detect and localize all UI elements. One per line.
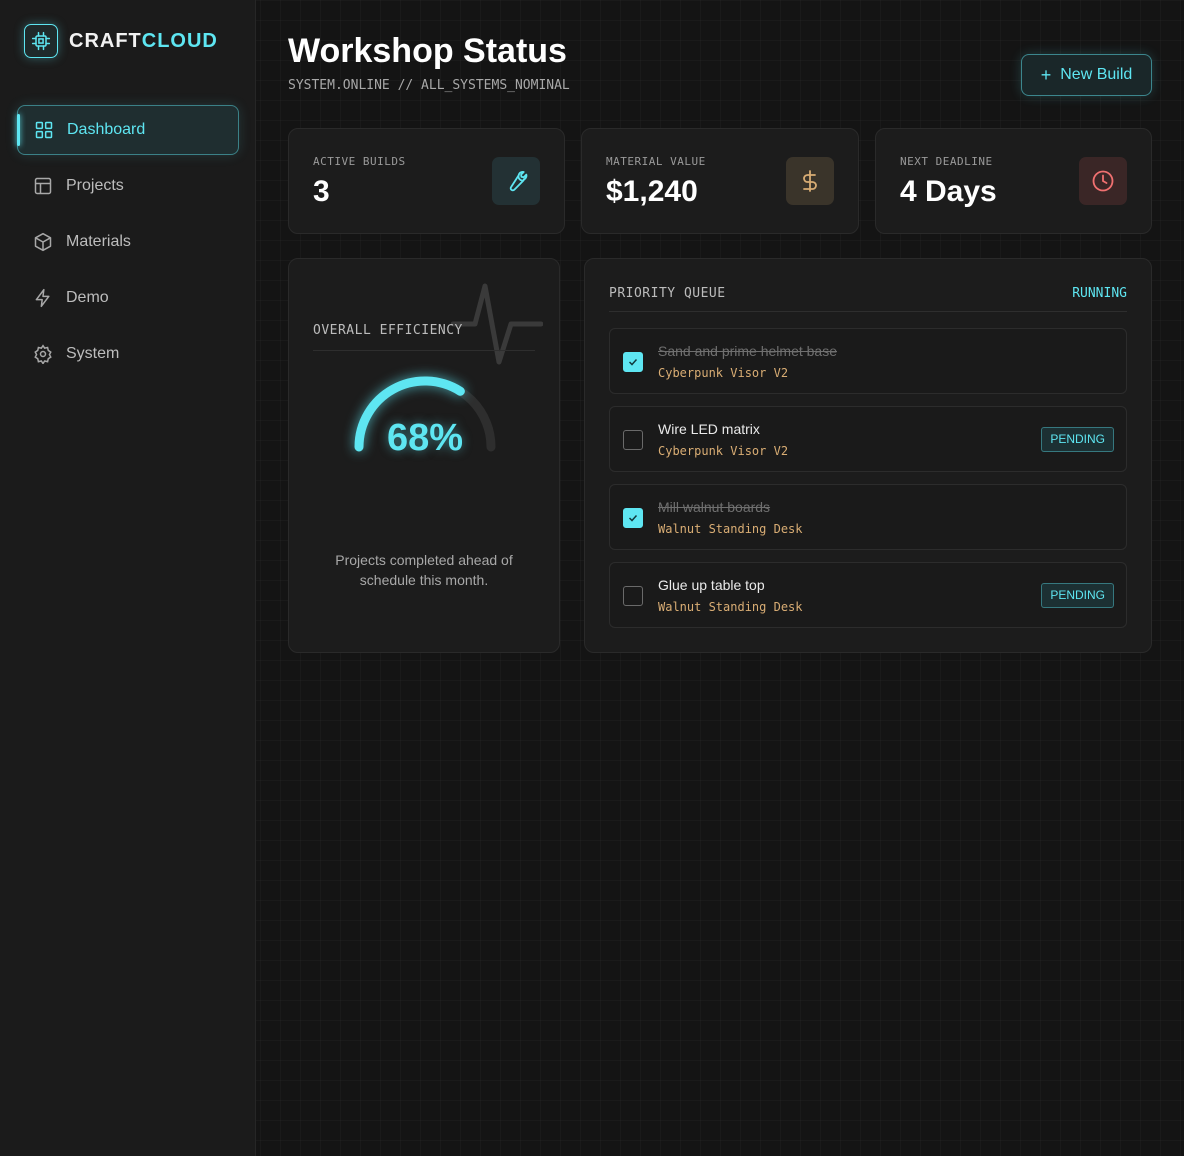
bolt-icon — [33, 288, 53, 308]
queue-item[interactable]: Wire LED matrix Cyberpunk Visor V2 PENDI… — [609, 406, 1127, 472]
stat-value: 3 — [313, 175, 330, 208]
task-name: Glue up table top — [658, 577, 765, 593]
status-badge: PENDING — [1041, 427, 1114, 452]
stat-label: MATERIAL VALUE — [606, 155, 706, 168]
divider — [313, 350, 535, 351]
sidebar-item-demo[interactable]: Demo — [17, 273, 239, 323]
task-name: Mill walnut boards — [658, 499, 771, 515]
task-project: Walnut Standing Desk — [658, 600, 803, 614]
efficiency-value: 68% — [386, 417, 464, 459]
task-checkbox[interactable] — [623, 586, 643, 606]
task-project: Cyberpunk Visor V2 — [658, 366, 789, 380]
dollar-icon — [786, 157, 834, 205]
stat-card-material-value: MATERIAL VALUE $1,240 — [581, 128, 859, 234]
sidebar-item-label: Projects — [66, 177, 124, 194]
task-checkbox[interactable] — [623, 430, 643, 450]
clock-icon — [1079, 157, 1127, 205]
gear-icon — [33, 344, 53, 364]
brand[interactable]: CRAFTCLOUD — [24, 24, 218, 58]
chip-icon — [24, 24, 58, 58]
task-checkbox[interactable] — [623, 508, 643, 528]
sidebar-item-dashboard[interactable]: Dashboard — [17, 105, 239, 155]
grid-icon — [34, 120, 54, 140]
efficiency-card: OVERALL EFFICIENCY 68% Projects complete… — [288, 258, 560, 653]
status-badge: PENDING — [1041, 583, 1114, 608]
sidebar-item-label: System — [66, 345, 120, 362]
queue-item[interactable]: Mill walnut boards Walnut Standing Desk — [609, 484, 1127, 550]
sidebar-item-label: Materials — [66, 233, 131, 250]
check-icon — [628, 514, 638, 522]
priority-queue-card: PRIORITY QUEUE RUNNING Sand and prime he… — [584, 258, 1152, 653]
sidebar-item-materials[interactable]: Materials — [17, 217, 239, 267]
sidebar-item-label: Demo — [66, 289, 109, 306]
task-project: Walnut Standing Desk — [658, 522, 803, 536]
queue-item[interactable]: Sand and prime helmet base Cyberpunk Vis… — [609, 328, 1127, 394]
sidebar-item-system[interactable]: System — [17, 329, 239, 379]
brand-name-part1: CRAFT — [69, 29, 142, 52]
sidebar-item-projects[interactable]: Projects — [17, 161, 239, 211]
task-checkbox[interactable] — [623, 352, 643, 372]
pulse-icon — [451, 283, 543, 365]
layout-icon — [33, 176, 53, 196]
efficiency-description: Projects completed ahead of schedule thi… — [335, 552, 513, 588]
box-icon — [33, 232, 53, 252]
queue-list: Sand and prime helmet base Cyberpunk Vis… — [609, 328, 1127, 640]
stat-value: 4 Days — [900, 175, 997, 208]
wrench-icon — [492, 157, 540, 205]
brand-name-part2: CLOUD — [141, 29, 218, 52]
page-title: Workshop Status — [288, 32, 567, 70]
page-subtitle: SYSTEM.ONLINE // ALL_SYSTEMS_NOMINAL — [288, 78, 570, 93]
queue-item[interactable]: Glue up table top Walnut Standing Desk P… — [609, 562, 1127, 628]
efficiency-title: OVERALL EFFICIENCY — [313, 323, 463, 338]
stat-card-active-builds: ACTIVE BUILDS 3 — [288, 128, 565, 234]
new-build-button[interactable]: + New Build — [1021, 54, 1152, 96]
divider — [609, 311, 1127, 312]
sidebar-nav: Dashboard Projects Materials Demo System — [17, 105, 239, 385]
stat-value: $1,240 — [606, 175, 698, 208]
stat-label: ACTIVE BUILDS — [313, 155, 406, 168]
plus-icon: + — [1040, 64, 1052, 85]
sidebar-item-label: Dashboard — [67, 121, 146, 138]
task-name: Sand and prime helmet base — [658, 343, 837, 359]
brand-name: CRAFTCLOUD — [69, 30, 218, 53]
stat-label: NEXT DEADLINE — [900, 155, 993, 168]
sidebar: CRAFTCLOUD Dashboard Projects Materials — [0, 0, 256, 1156]
queue-status: RUNNING — [1072, 286, 1127, 301]
stat-card-next-deadline: NEXT DEADLINE 4 Days — [875, 128, 1152, 234]
task-project: Cyberpunk Visor V2 — [658, 444, 789, 458]
task-name: Wire LED matrix — [658, 421, 760, 437]
queue-title: PRIORITY QUEUE — [609, 286, 726, 301]
new-build-label: New Build — [1060, 66, 1133, 83]
check-icon — [628, 358, 638, 366]
